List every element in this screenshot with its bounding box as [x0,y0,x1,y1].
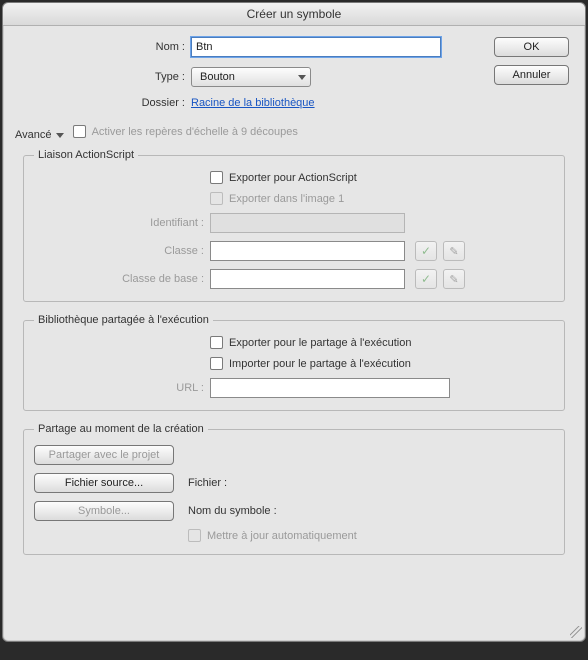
name-input[interactable] [191,37,441,57]
linkage-legend: Liaison ActionScript [34,149,138,161]
file-label: Fichier : [188,477,227,489]
pencil-icon: ✎ [449,245,458,258]
export-frame1-checkbox [210,192,223,205]
export-as-label: Exporter pour ActionScript [229,172,357,184]
dialog-title: Créer un symbole [247,7,342,21]
export-as-checkbox[interactable] [210,171,223,184]
identifier-label: Identifiant : [34,217,210,229]
baseclass-edit-button[interactable]: ✎ [443,269,465,289]
auto-update-label: Mettre à jour automatiquement [207,530,357,542]
baseclass-label: Classe de base : [34,273,210,285]
authortime-fieldset: Partage au moment de la création Partage… [23,423,565,555]
url-input[interactable] [210,378,450,398]
auto-update-checkbox [188,529,201,542]
chevron-down-icon [56,133,64,138]
linkage-fieldset: Liaison ActionScript Exporter pour Actio… [23,149,565,302]
class-validate-button[interactable]: ✓ [415,241,437,261]
titlebar[interactable]: Créer un symbole [3,3,585,26]
baseclass-validate-button[interactable]: ✓ [415,269,437,289]
ok-button[interactable]: OK [494,37,569,57]
check-icon: ✓ [421,244,431,258]
scale9-label: Activer les repères d'échelle à 9 découp… [92,126,298,138]
check-icon: ✓ [421,272,431,286]
symbol-button[interactable]: Symbole... [34,501,174,521]
folder-link[interactable]: Racine de la bibliothèque [191,97,315,109]
chevron-down-icon [298,75,306,80]
runtime-export-checkbox[interactable] [210,336,223,349]
name-label: Nom : [15,41,191,53]
folder-label: Dossier : [15,97,191,109]
cancel-button[interactable]: Annuler [494,65,569,85]
authortime-legend: Partage au moment de la création [34,423,208,435]
identifier-input [210,213,405,233]
runtime-fieldset: Bibliothèque partagée à l'exécution Expo… [23,314,565,411]
type-select[interactable]: Bouton [191,67,311,87]
export-frame1-label: Exporter dans l'image 1 [229,193,344,205]
runtime-legend: Bibliothèque partagée à l'exécution [34,314,213,326]
dialog: Créer un symbole OK Annuler Nom : Type :… [2,2,586,642]
source-file-button[interactable]: Fichier source... [34,473,174,493]
baseclass-input[interactable] [210,269,405,289]
runtime-import-checkbox[interactable] [210,357,223,370]
class-edit-button[interactable]: ✎ [443,241,465,261]
symbolname-label: Nom du symbole : [188,505,277,517]
scale9-checkbox[interactable] [73,125,86,138]
share-project-button[interactable]: Partager avec le projet [34,445,174,465]
runtime-export-label: Exporter pour le partage à l'exécution [229,337,412,349]
resize-handle[interactable] [570,626,582,638]
type-select-value: Bouton [200,71,235,83]
runtime-import-label: Importer pour le partage à l'exécution [229,358,411,370]
type-label: Type : [15,71,191,83]
url-label: URL : [34,382,210,394]
pencil-icon: ✎ [449,273,458,286]
class-input[interactable] [210,241,405,261]
class-label: Classe : [34,245,210,257]
advanced-toggle[interactable]: Avancé [15,129,64,141]
